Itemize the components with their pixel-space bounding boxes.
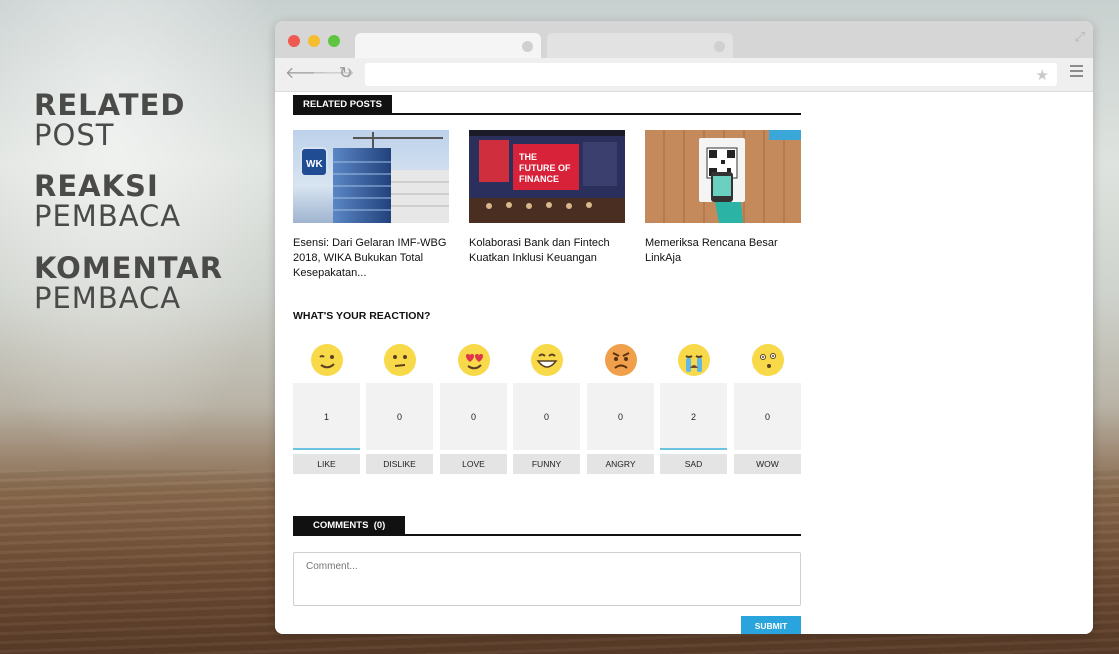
comment-input[interactable]: [293, 552, 801, 606]
reaction-count-box: 1: [293, 383, 360, 450]
caption-light: PEMBACA: [34, 281, 182, 315]
star-icon[interactable]: ★: [1036, 66, 1049, 84]
related-post-card[interactable]: WK Esensi: Dari Gelaran IMF-WBG 2018, WI…: [293, 130, 449, 281]
reaction-funny[interactable]: 0 FUNNY: [513, 343, 580, 474]
reaction-count: 0: [617, 412, 623, 422]
active-indicator: [293, 448, 360, 450]
post-title[interactable]: Esensi: Dari Gelaran IMF-WBG 2018, WIKA …: [293, 236, 449, 281]
reaction-heading: WHAT'S YOUR REACTION?: [293, 310, 431, 322]
hamburger-menu-icon[interactable]: [1070, 65, 1083, 80]
reaction-label[interactable]: SAD: [660, 454, 727, 474]
reaction-count: 0: [470, 412, 476, 422]
reaction-love[interactable]: 0 LOVE: [440, 343, 507, 474]
submit-button[interactable]: SUBMIT: [741, 616, 801, 634]
post-thumbnail-conference[interactable]: THE FUTURE OF FINANCE: [469, 130, 625, 223]
post-title[interactable]: Memeriksa Rencana Besar LinkAja: [645, 236, 801, 266]
caption-light: POST: [34, 118, 115, 152]
reaction-label[interactable]: DISLIKE: [366, 454, 433, 474]
expand-icon[interactable]: ⤢: [1075, 29, 1085, 45]
laughing-emoji-icon[interactable]: [530, 343, 564, 377]
caption-related-post: RELATED POST: [34, 90, 185, 150]
heart-eyes-emoji-icon[interactable]: [457, 343, 491, 377]
browser-tab-inactive[interactable]: [547, 33, 733, 58]
reaction-angry[interactable]: 0 ANGRY: [587, 343, 654, 474]
reaction-count: 0: [543, 412, 549, 422]
reaction-count: 0: [764, 412, 770, 422]
surprised-emoji-icon[interactable]: [751, 343, 785, 377]
caption-bold: KOMENTAR: [34, 251, 224, 285]
comments-count: (0): [373, 520, 386, 531]
maximize-window-button[interactable]: [328, 35, 340, 47]
reaction-label[interactable]: WOW: [734, 454, 801, 474]
tab-close-icon[interactable]: [714, 41, 725, 52]
background-blur: [0, 0, 290, 470]
svg-text:FUTURE OF: FUTURE OF: [519, 163, 571, 173]
reaction-count: 1: [323, 412, 329, 422]
comments-heading: COMMENTS: [313, 520, 369, 531]
svg-text:FINANCE: FINANCE: [519, 174, 559, 184]
reaction-label[interactable]: ANGRY: [587, 454, 654, 474]
related-posts-title: RELATED POSTS: [293, 95, 392, 113]
reaction-grid: 1 LIKE 0 DISLIKE 0 LOVE 0 FUNNY 0 ANGRY …: [293, 343, 801, 483]
reaction-label[interactable]: LIKE: [293, 454, 360, 474]
post-title[interactable]: Kolaborasi Bank dan Fintech Kuatkan Inkl…: [469, 236, 625, 266]
browser-tab-active[interactable]: [355, 33, 541, 58]
related-post-card[interactable]: THE FUTURE OF FINANCE Kolaborasi Bank da…: [469, 130, 625, 266]
reaction-count: 0: [396, 412, 402, 422]
related-posts-header: RELATED POSTS: [293, 94, 801, 115]
reaction-count-box: 0: [587, 383, 654, 450]
minimize-window-button[interactable]: [308, 35, 320, 47]
wink-emoji-icon[interactable]: [310, 343, 344, 377]
close-window-button[interactable]: [288, 35, 300, 47]
reaction-sad[interactable]: 2 SAD: [660, 343, 727, 474]
reaction-count: 2: [690, 412, 696, 422]
browser-titlebar: ⤢: [275, 21, 1093, 58]
neutral-emoji-icon[interactable]: [383, 343, 417, 377]
caption-light: PEMBACA: [34, 199, 182, 233]
angry-emoji-icon[interactable]: [604, 343, 638, 377]
caption-bold: REAKSI: [34, 169, 159, 203]
post-thumbnail-qr-code[interactable]: [645, 130, 801, 223]
reload-icon[interactable]: ↻: [339, 66, 352, 82]
reaction-label[interactable]: LOVE: [440, 454, 507, 474]
reaction-like[interactable]: 1 LIKE: [293, 343, 360, 474]
reaction-count-box: 0: [366, 383, 433, 450]
svg-text:WK: WK: [306, 159, 323, 170]
tab-close-icon[interactable]: [522, 41, 533, 52]
post-thumbnail-building[interactable]: WK: [293, 130, 449, 223]
reaction-count-box: 2: [660, 383, 727, 450]
reaction-wow[interactable]: 0 WOW: [734, 343, 801, 474]
related-post-card[interactable]: Memeriksa Rencana Besar LinkAja: [645, 130, 801, 266]
caption-reaksi-pembaca: REAKSI PEMBACA: [34, 171, 181, 231]
crying-emoji-icon[interactable]: [677, 343, 711, 377]
svg-text:THE: THE: [519, 152, 537, 162]
page-content: RELATED POSTS WK Esensi: Dari Gelaran IM…: [275, 93, 1093, 634]
reaction-count-box: 0: [513, 383, 580, 450]
comments-title: COMMENTS (0): [293, 516, 406, 534]
active-indicator: [660, 448, 727, 450]
browser-navbar: 🡐 🡒 ↻ ★: [275, 58, 1093, 92]
reaction-dislike[interactable]: 0 DISLIKE: [366, 343, 433, 474]
reaction-count-box: 0: [440, 383, 507, 450]
comments-header: COMMENTS (0): [293, 515, 801, 536]
reaction-label[interactable]: FUNNY: [513, 454, 580, 474]
browser-window: ⤢ 🡐 🡒 ↻ ★ RELATED POSTS WK Esensi: Dari …: [275, 21, 1093, 634]
caption-komentar-pembaca: KOMENTAR PEMBACA: [34, 253, 223, 313]
caption-bold: RELATED: [34, 88, 186, 122]
address-bar[interactable]: ★: [365, 63, 1057, 86]
reaction-count-box: 0: [734, 383, 801, 450]
